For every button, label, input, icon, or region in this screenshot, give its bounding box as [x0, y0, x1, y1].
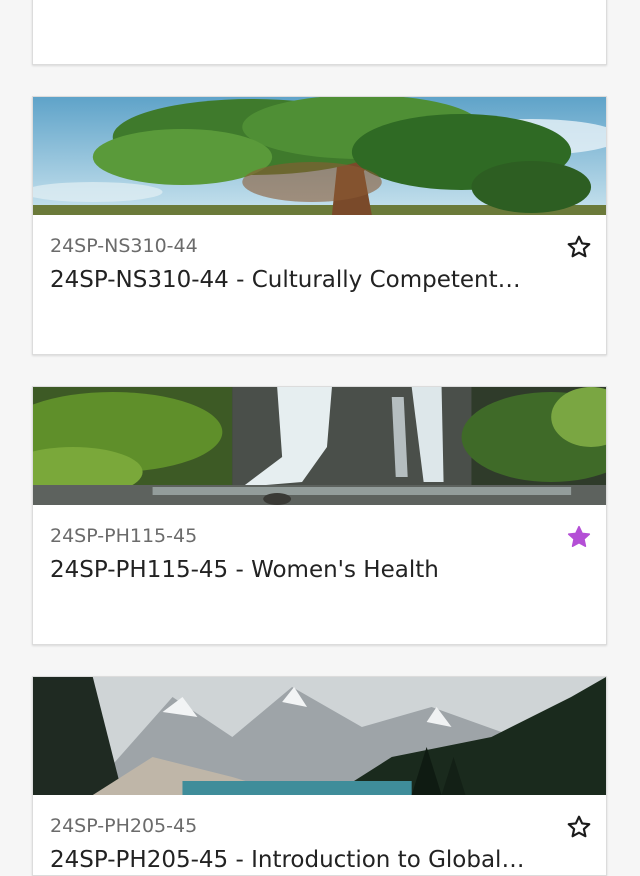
- favorite-star-icon[interactable]: [566, 524, 592, 550]
- course-card[interactable]: [32, 0, 607, 65]
- course-card[interactable]: 24SP-PH205-45 24SP-PH205-45 - Introducti…: [32, 676, 607, 876]
- course-list: 24SP-NS310-44 24SP-NS310-44 - Culturally…: [0, 0, 640, 876]
- course-banner-image: [33, 677, 606, 795]
- course-title: 24SP-PH115-45 - Women's Health: [50, 557, 439, 583]
- course-title: 24SP-PH205-45 - Introduction to Global…: [50, 847, 525, 873]
- course-code: 24SP-PH205-45: [50, 815, 198, 837]
- course-banner-image: [33, 97, 606, 215]
- course-code: 24SP-PH115-45: [50, 525, 198, 547]
- course-title: 24SP-NS310-44 - Culturally Competent…: [50, 267, 521, 293]
- favorite-star-icon[interactable]: [566, 814, 592, 840]
- course-banner-image: [33, 387, 606, 505]
- course-card[interactable]: 24SP-PH115-45 24SP-PH115-45 - Women's He…: [32, 386, 607, 645]
- course-code: 24SP-NS310-44: [50, 235, 198, 257]
- course-card[interactable]: 24SP-NS310-44 24SP-NS310-44 - Culturally…: [32, 96, 607, 355]
- favorite-star-icon[interactable]: [566, 234, 592, 260]
